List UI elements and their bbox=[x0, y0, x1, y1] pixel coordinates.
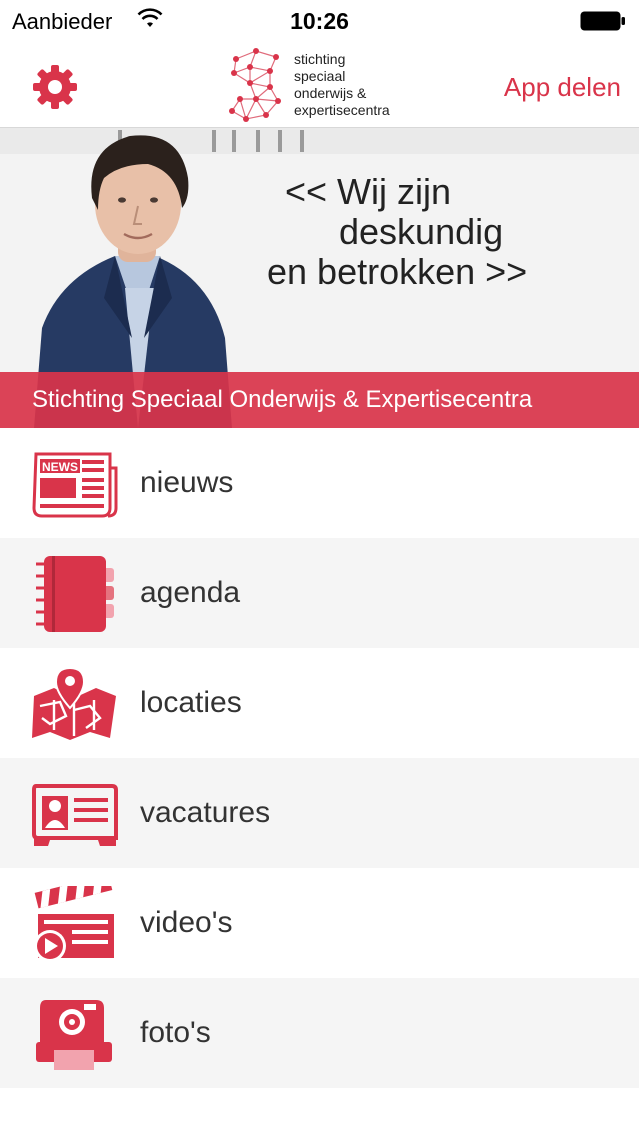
menu-item-label: agenda bbox=[140, 576, 241, 609]
banner-quote-line: en betrokken >> bbox=[267, 251, 528, 292]
id-card-icon bbox=[32, 784, 118, 846]
settings-button[interactable] bbox=[30, 62, 80, 112]
menu-item-label: nieuws bbox=[140, 466, 234, 499]
logo-line: stichting bbox=[294, 51, 346, 67]
battery-icon bbox=[580, 11, 625, 31]
menu-item-locaties[interactable]: locaties bbox=[0, 648, 639, 758]
logo-line: expertisecentra bbox=[294, 102, 390, 118]
logo-mark-icon bbox=[229, 48, 281, 122]
menu-item-fotos[interactable]: foto's bbox=[0, 978, 639, 1088]
gear-icon bbox=[33, 65, 77, 109]
clapperboard-icon bbox=[34, 886, 114, 962]
hero-banner: << Wij zijn deskundig en betrokken >> St… bbox=[0, 128, 639, 428]
banner-quote-line: deskundig bbox=[339, 211, 504, 252]
logo-text: stichting speciaal onderwijs & expertise… bbox=[294, 51, 390, 119]
menu-item-label: locaties bbox=[140, 686, 242, 719]
logo-line: speciaal bbox=[294, 68, 346, 84]
banner-quote: << Wij zijn deskundig en betrokken >> bbox=[265, 172, 565, 292]
logo-line: onderwijs & bbox=[294, 85, 367, 101]
menu-item-label: vacatures bbox=[140, 796, 271, 829]
menu-item-videos[interactable]: video's bbox=[0, 868, 639, 978]
notebook-icon bbox=[36, 556, 114, 632]
banner-quote-line: << Wij zijn bbox=[285, 171, 452, 212]
menu-item-label: video's bbox=[140, 906, 233, 939]
status-bar: Aanbieder 10:26 bbox=[0, 0, 639, 42]
banner-caption: Stichting Speciaal Onderwijs & Expertise… bbox=[0, 372, 639, 428]
menu-item-nieuws[interactable]: NEWS nieuws bbox=[0, 428, 639, 538]
nav-bar: stichting speciaal onderwijs & expertise… bbox=[0, 42, 639, 128]
instant-camera-icon bbox=[36, 1000, 112, 1070]
svg-text:NEWS: NEWS bbox=[42, 460, 78, 474]
main-menu: NEWS nieuws agenda locaties vacatures vi… bbox=[0, 428, 639, 1088]
status-time: 10:26 bbox=[290, 8, 349, 34]
menu-item-label: foto's bbox=[140, 1016, 211, 1049]
menu-item-agenda[interactable]: agenda bbox=[0, 538, 639, 648]
map-pin-icon bbox=[32, 666, 116, 740]
share-app-button[interactable]: App delen bbox=[504, 72, 621, 103]
logo: stichting speciaal onderwijs & expertise… bbox=[226, 47, 426, 123]
menu-item-vacatures[interactable]: vacatures bbox=[0, 758, 639, 868]
newspaper-icon: NEWS bbox=[32, 452, 118, 518]
